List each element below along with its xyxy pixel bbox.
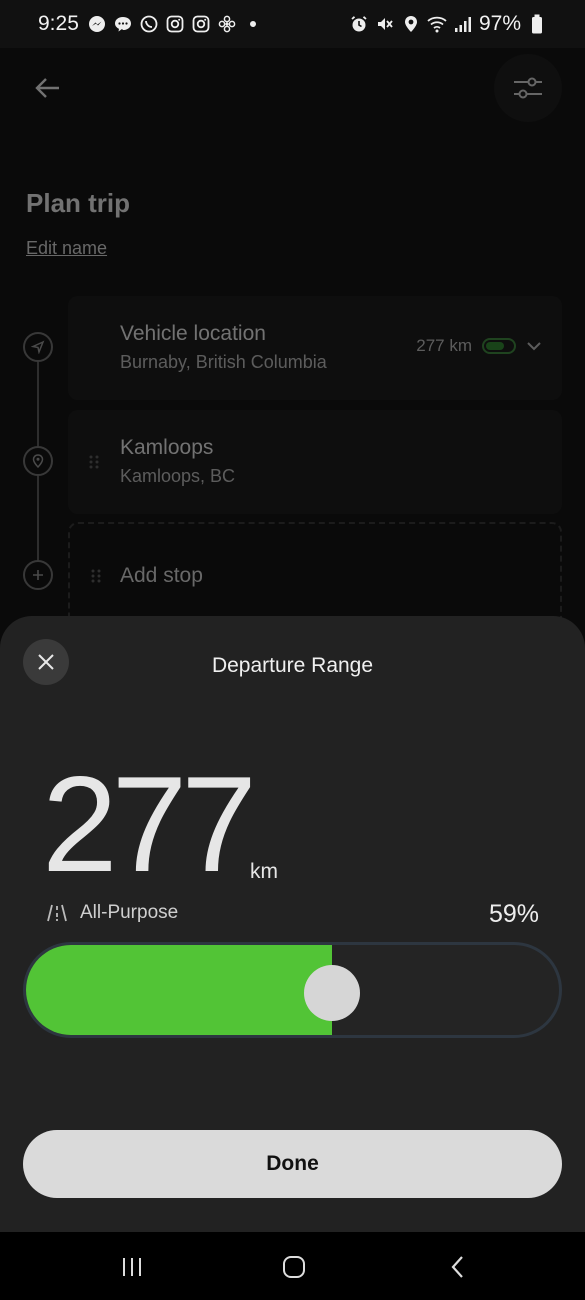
instagram-icon	[165, 14, 185, 34]
done-button[interactable]: Done	[23, 1130, 562, 1198]
stop-card-vehicle[interactable]: Vehicle location Burnaby, British Columb…	[68, 296, 562, 400]
charge-slider-fill	[26, 945, 332, 1035]
range-unit: km	[250, 860, 278, 883]
mute-icon	[375, 14, 395, 34]
status-time: 9:25	[38, 12, 79, 35]
location-pin-icon	[23, 446, 53, 476]
stop-address: Kamloops, BC	[120, 466, 236, 486]
stop-address: Burnaby, British Columbia	[120, 352, 327, 372]
whatsapp-icon	[139, 14, 159, 34]
battery-toggle-icon	[482, 338, 516, 354]
notification-icons	[87, 14, 263, 34]
drag-handle-icon[interactable]	[88, 454, 100, 470]
dot-icon	[243, 14, 263, 34]
back-chevron-icon	[451, 1256, 463, 1278]
battery-percent: 97%	[478, 12, 521, 35]
back-nav-button[interactable]	[438, 1250, 478, 1284]
instagram-icon	[191, 14, 211, 34]
messenger-icon	[87, 14, 107, 34]
chevron-down-icon	[527, 342, 541, 351]
back-button[interactable]	[28, 68, 68, 108]
navigation-arrow-icon	[23, 332, 53, 362]
stop-name: Vehicle location	[120, 322, 266, 345]
signal-icon	[453, 14, 473, 34]
add-stop-label: Add stop	[120, 564, 203, 587]
stop-card-destination[interactable]: Kamloops Kamloops, BC	[68, 410, 562, 514]
stop-name: Kamloops	[120, 436, 214, 459]
location-icon	[401, 14, 421, 34]
battery-percent-label: 59%	[488, 900, 539, 928]
status-bar: 9:25 97%	[0, 0, 585, 48]
departure-range-sheet: Departure Range 277 km All-Purpose 59% D…	[0, 616, 585, 1232]
battery-icon	[527, 14, 547, 34]
recent-apps-button[interactable]	[112, 1250, 152, 1284]
driving-mode: All-Purpose	[46, 902, 178, 924]
home-button[interactable]	[274, 1250, 314, 1284]
range-chip[interactable]: 277 km	[416, 336, 542, 356]
fan-icon	[217, 14, 237, 34]
page-title: Plan trip	[26, 188, 131, 218]
drag-handle-icon	[91, 569, 101, 583]
recent-apps-icon	[123, 1258, 141, 1276]
add-circle-icon	[23, 560, 53, 590]
sliders-icon	[514, 77, 542, 99]
wifi-icon	[427, 14, 447, 34]
road-icon	[47, 904, 67, 922]
range-chip-value: 277 km	[416, 336, 472, 355]
back-arrow-icon	[35, 78, 59, 98]
range-value: 277	[42, 748, 257, 900]
filter-button[interactable]	[494, 54, 562, 122]
home-icon	[283, 1256, 305, 1278]
charge-slider[interactable]	[23, 942, 562, 1038]
system-nav-bar	[0, 1232, 585, 1300]
charge-slider-knob[interactable]	[304, 965, 360, 1021]
alarm-icon	[349, 14, 369, 34]
sheet-title: Departure Range	[211, 654, 374, 677]
driving-mode-label: All-Purpose	[80, 902, 179, 923]
system-icons: 97%	[349, 12, 547, 36]
edit-name-link[interactable]: Edit name	[26, 238, 107, 259]
chat-icon	[113, 14, 133, 34]
